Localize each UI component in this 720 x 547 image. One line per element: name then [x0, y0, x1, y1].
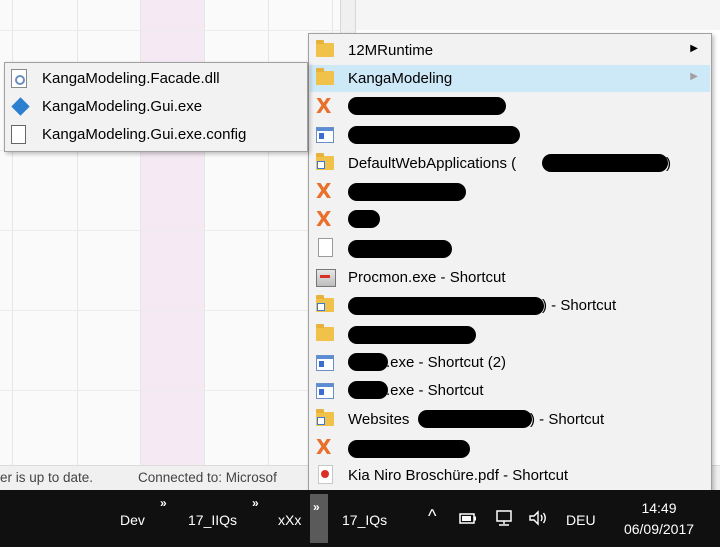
- folder-icon: [316, 324, 334, 344]
- redaction-mark: [348, 326, 476, 344]
- procmon-icon: [316, 267, 336, 287]
- x-app-icon: X: [316, 94, 332, 118]
- document-icon: [316, 238, 334, 258]
- redaction-mark: [348, 440, 470, 458]
- menu-item-defaultwebapplications[interactable]: DefaultWebApplications ( ): [310, 150, 710, 177]
- background-toolbar: [354, 0, 720, 30]
- menu-item-websites[interactable]: Websites ) - Shortcut: [310, 406, 710, 433]
- redaction-mark: [348, 126, 520, 144]
- volume-icon[interactable]: [528, 510, 548, 526]
- status-connection-text: Connected to: Microsof: [138, 470, 277, 485]
- x-app-icon: X: [316, 207, 332, 231]
- pdf-icon: [316, 465, 334, 485]
- menu-item-redacted[interactable]: [310, 321, 710, 348]
- redaction-mark: [348, 97, 506, 115]
- redaction-mark: [542, 154, 668, 172]
- submenu-item-facade-dll[interactable]: KangaModeling.Facade.dll: [6, 65, 306, 93]
- menu-item-redacted[interactable]: X: [310, 206, 710, 233]
- toolbar-17-iqs[interactable]: 17_IQs: [342, 512, 387, 528]
- redaction-mark: [348, 240, 452, 258]
- toolbar-chevron-active[interactable]: »: [310, 494, 328, 543]
- window-app-icon: [316, 380, 334, 400]
- clock-time: 14:49: [641, 500, 677, 516]
- menu-item-redacted[interactable]: [310, 121, 710, 148]
- kangamodeling-submenu: KangaModeling.Facade.dll KangaModeling.G…: [4, 62, 308, 152]
- toolbar-chevron-icon: »: [313, 500, 320, 514]
- app-exe-icon: [11, 97, 30, 117]
- redaction-mark: [348, 353, 388, 371]
- redaction-mark: [348, 297, 544, 315]
- redaction-mark: [348, 210, 380, 228]
- x-app-icon: X: [316, 179, 332, 203]
- submenu-item-gui-exe[interactable]: KangaModeling.Gui.exe: [6, 93, 306, 121]
- clock[interactable]: 14:49 06/09/2017: [604, 498, 714, 540]
- folder-shortcut-icon: [316, 409, 334, 429]
- taskbar: » Dev » 17_IIQs xXx » 17_IQs ^ DEU 14:49…: [0, 490, 720, 547]
- config-file-icon: [11, 125, 29, 145]
- dll-file-icon: [11, 69, 29, 89]
- menu-item-redacted-shortcut[interactable]: .exe - Shortcut: [310, 377, 710, 404]
- menu-item-redacted[interactable]: [310, 235, 710, 262]
- folder-icon: [316, 40, 334, 60]
- tray-up-arrow-icon[interactable]: ^: [428, 506, 448, 526]
- submenu-arrow-icon: ▶: [690, 71, 698, 82]
- submenu-arrow-icon: ▶: [690, 43, 698, 54]
- menu-item-redacted-shortcut[interactable]: ) - Shortcut: [310, 292, 710, 319]
- x-app-icon: X: [316, 435, 332, 459]
- redaction-mark: [348, 183, 466, 201]
- clock-date: 06/09/2017: [623, 521, 695, 537]
- status-update-text: er is up to date.: [0, 470, 94, 485]
- network-icon[interactable]: [494, 510, 514, 526]
- toolbar-dev[interactable]: Dev: [120, 512, 145, 528]
- battery-icon[interactable]: [458, 510, 478, 526]
- menu-item-kangamodeling[interactable]: KangaModeling ▶: [310, 65, 710, 92]
- menu-item-procmon[interactable]: Procmon.exe - Shortcut: [310, 264, 710, 291]
- toolbar-chevron-icon[interactable]: »: [160, 496, 167, 510]
- menu-item-kia-niro-pdf[interactable]: Kia Niro Broschüre.pdf - Shortcut: [310, 462, 710, 489]
- menu-item-redacted[interactable]: X: [310, 93, 710, 120]
- toolbar-17-iiqs[interactable]: 17_IIQs: [188, 512, 237, 528]
- submenu-item-gui-exe-config[interactable]: KangaModeling.Gui.exe.config: [6, 121, 306, 149]
- menu-item-redacted[interactable]: X: [310, 434, 710, 461]
- folder-shortcut-icon: [316, 295, 334, 315]
- context-menu: 12MRuntime ▶ KangaModeling ▶ X DefaultWe…: [308, 33, 712, 493]
- folder-shortcut-icon: [316, 153, 334, 173]
- menu-item-12mruntime[interactable]: 12MRuntime ▶: [310, 37, 710, 64]
- menu-item-redacted[interactable]: X: [310, 178, 710, 205]
- language-indicator[interactable]: DEU: [566, 512, 596, 528]
- redaction-mark: [348, 381, 388, 399]
- folder-icon: [316, 68, 334, 88]
- toolbar-chevron-icon[interactable]: »: [252, 496, 259, 510]
- window-app-icon: [316, 352, 334, 372]
- menu-item-redacted-shortcut-2[interactable]: .exe - Shortcut (2): [310, 349, 710, 376]
- redaction-mark: [418, 410, 532, 428]
- toolbar-xxx[interactable]: xXx: [278, 512, 301, 528]
- window-app-icon: [316, 124, 334, 144]
